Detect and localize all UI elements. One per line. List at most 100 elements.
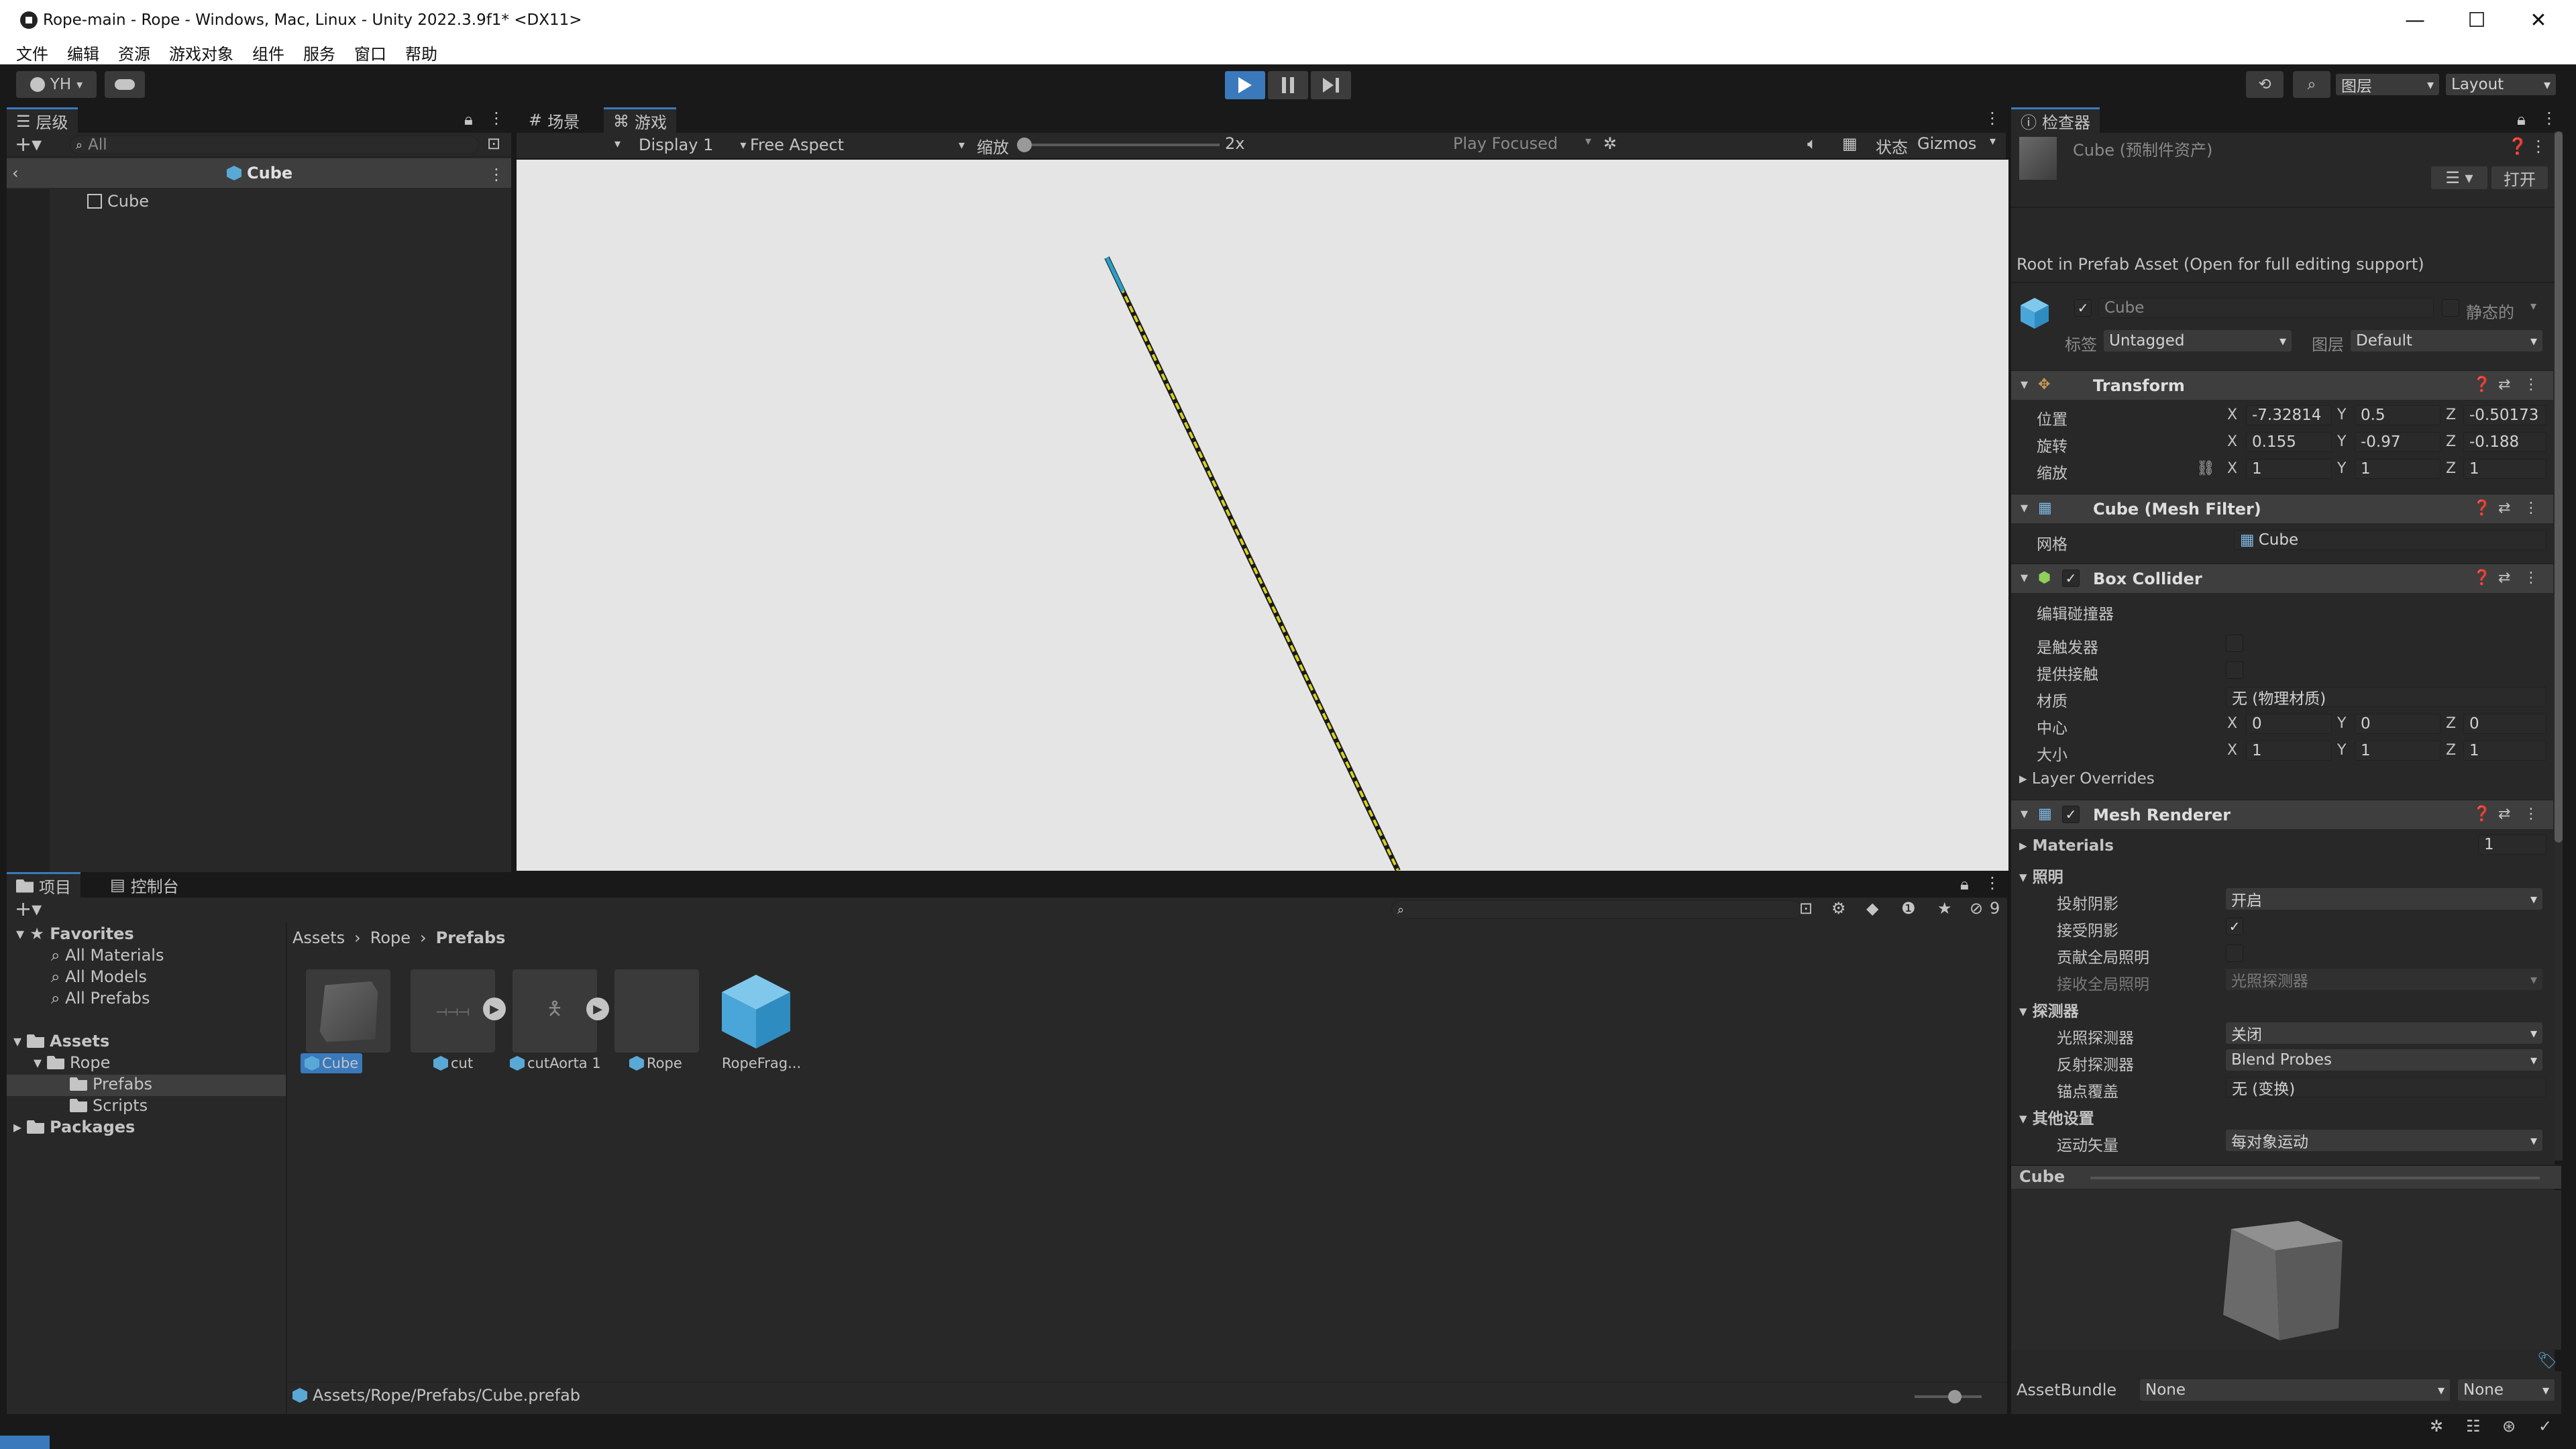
log-icon[interactable]: ❶ bbox=[1901, 899, 1916, 918]
size-y-field[interactable]: 1 bbox=[2355, 741, 2440, 761]
preview-resize-handle[interactable] bbox=[2090, 1177, 2540, 1179]
rope-folder[interactable]: ▾ Rope bbox=[34, 1053, 110, 1072]
asset-thumb-cube[interactable] bbox=[306, 969, 390, 1053]
provides-contacts-checkbox[interactable] bbox=[2226, 661, 2243, 679]
rotation-x-field[interactable]: 0.155 bbox=[2246, 432, 2332, 452]
component-menu-icon[interactable]: ⋮ bbox=[2524, 570, 2538, 586]
asset-thumb-cut[interactable]: ⟞⟞⟞ bbox=[411, 969, 495, 1053]
materials-count-field[interactable]: 1 bbox=[2478, 835, 2546, 855]
filter-label-icon[interactable]: ◆ bbox=[1866, 899, 1878, 918]
prefabs-folder[interactable]: Prefabs bbox=[70, 1075, 152, 1093]
open-prefab-button[interactable]: 打开 bbox=[2491, 166, 2548, 189]
bug-icon[interactable]: ✲ bbox=[1603, 134, 1617, 153]
play-mode-dropdown[interactable]: Play Focused ▾ bbox=[1453, 134, 1591, 153]
active-checkbox[interactable]: ✓ bbox=[2074, 299, 2092, 317]
favorites-node[interactable]: ▾ ★ Favorites bbox=[16, 924, 134, 943]
game-viewport[interactable] bbox=[517, 160, 2008, 872]
physics-material-field[interactable]: 无 (物理材质) bbox=[2226, 687, 2546, 707]
minimize-button[interactable]: — bbox=[2384, 0, 2446, 40]
game-menu-icon[interactable]: ⋮ bbox=[1984, 109, 2000, 127]
position-y-field[interactable]: 0.5 bbox=[2355, 405, 2440, 425]
tab-game[interactable]: ⌘ 游戏 bbox=[604, 107, 676, 133]
center-y-field[interactable]: 0 bbox=[2355, 714, 2440, 734]
scale-slider-handle[interactable] bbox=[1017, 138, 1032, 152]
filter-icon[interactable]: ⊡ bbox=[487, 134, 500, 153]
asset-thumb-cutaorta[interactable]: 🯅 bbox=[513, 969, 597, 1053]
help-icon[interactable]: ❓ bbox=[2473, 500, 2491, 517]
close-button[interactable]: ✕ bbox=[2508, 0, 2569, 40]
cloud-button[interactable] bbox=[105, 71, 145, 98]
menu-edit[interactable]: 编辑 bbox=[67, 41, 99, 64]
lock-icon[interactable]: 🔒︎ bbox=[2517, 110, 2526, 129]
asset-item-rope[interactable]: Rope bbox=[625, 1053, 686, 1073]
pause-button[interactable] bbox=[1268, 71, 1308, 99]
scale-z-field[interactable]: 1 bbox=[2463, 459, 2546, 479]
mute-audio-icon[interactable]: 🔈︎ bbox=[1807, 134, 1817, 153]
rotation-z-field[interactable]: -0.188 bbox=[2463, 432, 2546, 452]
assets-node[interactable]: ▾ Assets bbox=[13, 1032, 109, 1051]
link-icon[interactable]: ⛓ bbox=[2196, 460, 2215, 477]
assetbundle-dropdown[interactable]: None bbox=[2140, 1379, 2450, 1401]
breadcrumb-rope[interactable]: Rope bbox=[370, 928, 411, 947]
stage-menu-icon[interactable]: ⋮ bbox=[488, 165, 504, 184]
breadcrumb-assets[interactable]: Assets bbox=[292, 928, 345, 947]
thumbnail-size-handle[interactable] bbox=[1948, 1390, 1962, 1403]
kebab-menu-icon[interactable]: ⋮ bbox=[2541, 109, 2557, 127]
motion-vectors-dropdown[interactable]: 每对象运动 bbox=[2226, 1130, 2542, 1151]
menu-window[interactable]: 窗口 bbox=[354, 41, 386, 64]
lighting-foldout[interactable]: ▾ 照明 bbox=[2019, 864, 2063, 887]
scale-slider[interactable] bbox=[1018, 144, 1220, 146]
menu-services[interactable]: 服务 bbox=[303, 41, 335, 64]
light-probes-dropdown[interactable]: 关闭 bbox=[2226, 1022, 2542, 1044]
fav-all-materials[interactable]: ⌕ All Materials bbox=[51, 946, 164, 965]
preset-icon[interactable]: ⇄ bbox=[2498, 570, 2510, 586]
packages-node[interactable]: ▸ Packages bbox=[13, 1118, 135, 1136]
layout-dropdown[interactable]: Layout bbox=[2446, 74, 2556, 95]
stats-grid-icon[interactable]: ▦ bbox=[1842, 134, 1858, 153]
debug-mode-icon[interactable]: ✲ bbox=[2430, 1417, 2443, 1436]
tag-dropdown[interactable]: Untagged bbox=[2104, 330, 2292, 352]
gizmos-chevron-icon[interactable]: ▾ bbox=[1990, 134, 1996, 148]
additional-settings-foldout[interactable]: ▾ 其他设置 bbox=[2019, 1106, 2094, 1128]
lock-icon[interactable]: 🔒︎ bbox=[464, 110, 473, 129]
preset-icon[interactable]: ⇄ bbox=[2498, 500, 2510, 517]
create-button[interactable]: +▾ bbox=[15, 133, 42, 156]
position-x-field[interactable]: -7.32814 bbox=[2246, 405, 2332, 425]
component-menu-icon[interactable]: ⋮ bbox=[2524, 806, 2538, 822]
layer-dropdown[interactable]: Default bbox=[2351, 330, 2542, 352]
size-z-field[interactable]: 1 bbox=[2463, 741, 2546, 761]
contribute-gi-checkbox[interactable] bbox=[2226, 945, 2243, 962]
fav-all-prefabs[interactable]: ⌕ All Prefabs bbox=[51, 989, 150, 1008]
tab-project[interactable]: 项目 bbox=[7, 872, 80, 898]
center-z-field[interactable]: 0 bbox=[2463, 714, 2546, 734]
reflection-probes-dropdown[interactable]: Blend Probes bbox=[2226, 1049, 2542, 1071]
scrollbar-thumb[interactable] bbox=[2555, 131, 2563, 843]
mesh-renderer-header[interactable]: ▾ ▦ ✓ Mesh Renderer ❓ ⇄ ⋮ bbox=[2011, 800, 2553, 829]
fav-all-models[interactable]: ⌕ All Models bbox=[51, 967, 147, 986]
anchor-override-field[interactable]: 无 (变换) bbox=[2226, 1077, 2546, 1097]
cache-server-icon[interactable]: ☷ bbox=[2466, 1417, 2481, 1436]
hierarchy-item-cube[interactable]: Cube bbox=[87, 192, 149, 211]
asset-item-cutaorta[interactable]: cutAorta 1 bbox=[506, 1053, 605, 1073]
scripts-folder[interactable]: Scripts bbox=[70, 1096, 148, 1115]
mesh-filter-header[interactable]: ▾ ▦ Cube (Mesh Filter) ❓ ⇄ ⋮ bbox=[2011, 494, 2553, 523]
materials-foldout[interactable]: ▸ Materials bbox=[2019, 837, 2114, 855]
asset-item-ropefrag[interactable]: RopeFrag... bbox=[718, 1053, 805, 1073]
transform-header[interactable]: ▾ ✥ Transform ❓ ⇄ ⋮ bbox=[2011, 370, 2553, 400]
kebab-menu-icon[interactable]: ⋮ bbox=[1984, 873, 2000, 892]
breadcrumb-prefabs[interactable]: Prefabs bbox=[436, 928, 506, 947]
help-icon[interactable]: ❓ bbox=[2473, 806, 2491, 822]
asset-label-tag-icon[interactable]: 🏷︎ bbox=[2537, 1351, 2557, 1370]
enabled-checkbox[interactable]: ✓ bbox=[2062, 570, 2080, 587]
is-trigger-checkbox[interactable] bbox=[2226, 635, 2243, 652]
help-icon[interactable]: ❓ bbox=[2508, 137, 2528, 156]
tab-hierarchy[interactable]: ☰ 层级 bbox=[7, 107, 78, 133]
auto-generate-icon[interactable]: ⊛ bbox=[2502, 1417, 2516, 1436]
object-name-field[interactable]: Cube bbox=[2098, 298, 2434, 318]
menu-file[interactable]: 文件 bbox=[16, 41, 48, 64]
tab-inspector[interactable]: ⓘ 检查器 bbox=[2011, 107, 2100, 133]
play-button[interactable] bbox=[1225, 71, 1265, 99]
inspector-scrollbar[interactable] bbox=[2555, 131, 2563, 1161]
size-x-field[interactable]: 1 bbox=[2246, 741, 2332, 761]
asset-menu-icon[interactable]: ⋮ bbox=[2530, 137, 2546, 156]
